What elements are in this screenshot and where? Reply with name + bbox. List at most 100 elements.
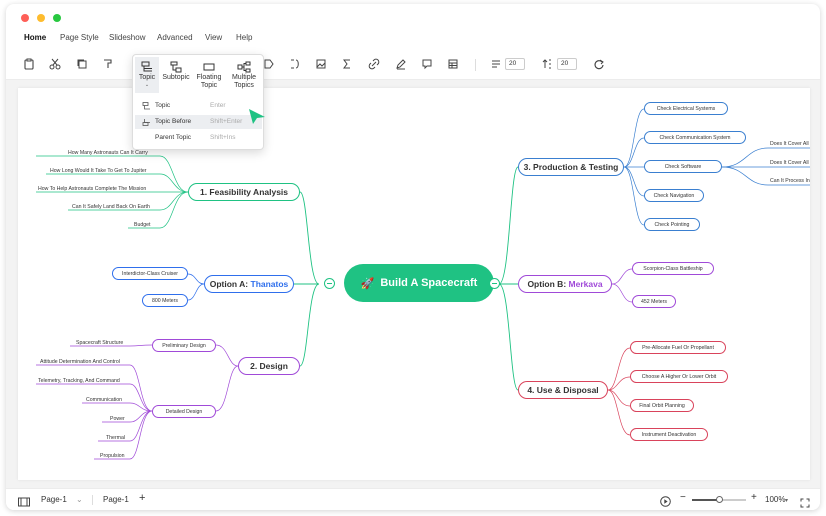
topic-design[interactable]: 2. Design <box>238 357 300 375</box>
menu-item-topic-before[interactable]: Topic Before Shift+Enter <box>135 115 262 129</box>
subtopic-preliminary-design[interactable]: Preliminary Design <box>152 339 216 352</box>
topic-label: 4. Use & Disposal <box>527 385 599 395</box>
leaf-topic[interactable]: Communication <box>86 397 122 403</box>
toolbar: 20 20 <box>6 50 820 80</box>
cut-icon[interactable] <box>48 57 62 71</box>
collapse-right-button[interactable] <box>489 278 500 289</box>
central-topic-label: Build A Spacecraft <box>380 277 478 289</box>
menu-view[interactable]: View <box>205 33 222 42</box>
clipboard-icon[interactable] <box>22 57 36 71</box>
subtopic[interactable]: Choose A Higher Or Lower Orbit <box>630 370 728 383</box>
link-icon[interactable] <box>367 57 381 71</box>
leaf-topic[interactable]: Does It Cover All <box>770 160 809 166</box>
floating-topic-option[interactable]: Floating Topic <box>193 61 225 90</box>
subtopic[interactable]: 800 Meters <box>142 294 188 307</box>
leaf-topic[interactable]: Spacecraft Structure <box>76 340 123 346</box>
zoom-slider-fill <box>692 499 719 501</box>
leaf-topic[interactable]: Power <box>110 416 125 422</box>
copy-icon[interactable] <box>75 57 89 71</box>
menu-advanced[interactable]: Advanced <box>157 33 193 42</box>
subtopic[interactable]: Interdictor-Class Cruiser <box>112 267 188 280</box>
app-window: Home Page Style Slideshow Advanced View … <box>6 4 820 510</box>
topic-feasibility-analysis[interactable]: 1. Feasibility Analysis <box>188 183 300 201</box>
vertical-spacing-input[interactable]: 20 <box>557 58 577 70</box>
table-icon[interactable] <box>446 57 460 71</box>
subtopic-label: Choose A Higher Or Lower Orbit <box>641 373 717 380</box>
fullscreen-icon[interactable] <box>800 495 810 508</box>
leaf-topic[interactable]: Can It Safely Land Back On Earth <box>72 204 150 210</box>
topic-production-testing[interactable]: 3. Production & Testing <box>518 158 624 176</box>
zoom-slider-thumb[interactable] <box>715 496 723 503</box>
subtopic-label: Check Software <box>664 163 702 170</box>
leaf-topic[interactable]: How Many Astronauts Can It Carry <box>68 150 148 156</box>
leaf-topic[interactable]: Can It Process In <box>770 178 810 184</box>
menu-item-topic-label: Topic <box>155 102 171 109</box>
leaf-topic[interactable]: Telemetry, Tracking, And Command <box>38 378 120 384</box>
leaf-topic[interactable]: Budget <box>134 222 150 228</box>
subtopic-label: Check Pointing <box>654 221 690 228</box>
central-topic[interactable]: 🚀 Build A Spacecraft <box>344 264 494 302</box>
menu-item-topic[interactable]: Topic Enter <box>135 99 262 113</box>
comment-icon[interactable] <box>420 57 434 71</box>
topic-label: 1. Feasibility Analysis <box>199 187 289 197</box>
collapse-left-button[interactable] <box>324 278 335 289</box>
redo-icon[interactable] <box>592 57 606 71</box>
zoom-slider[interactable] <box>692 496 746 503</box>
topic-option[interactable]: Topic ⌄ <box>135 57 159 93</box>
maximize-window-button[interactable] <box>53 14 61 22</box>
menu-page-style[interactable]: Page Style <box>60 33 99 42</box>
menu-item-parent-topic-label: Parent Topic <box>155 134 192 141</box>
shape-icon[interactable] <box>262 57 276 71</box>
subtopic[interactable]: Check Communication System <box>644 131 746 144</box>
close-window-button[interactable] <box>21 14 29 22</box>
floating-topic-label-1: Floating <box>196 74 222 81</box>
topic-option-a[interactable]: Option A: Thanatos <box>204 275 294 293</box>
formula-icon[interactable] <box>340 57 354 71</box>
zoom-level[interactable]: 100% <box>765 495 785 504</box>
subtopic[interactable]: Check Electrical Systems <box>644 102 728 115</box>
zoom-out-icon[interactable]: − <box>680 492 686 503</box>
subtopic[interactable]: Check Pointing <box>644 218 700 231</box>
leaf-topic[interactable]: Attitude Determination And Control <box>40 359 120 365</box>
insert-topic-dropdown: Topic ⌄ Subtopic Floating Topic Multiple… <box>132 54 265 150</box>
menu-home[interactable]: Home <box>24 33 46 42</box>
image-icon[interactable] <box>314 57 328 71</box>
subtopic-option[interactable]: Subtopic <box>161 61 191 82</box>
minimize-window-button[interactable] <box>37 14 45 22</box>
chevron-down-icon[interactable]: ▾ <box>785 497 788 504</box>
leaf-topic[interactable]: Thermal <box>106 435 125 441</box>
subtopic-label: Preliminary Design <box>162 342 206 349</box>
page-tab[interactable]: Page-1 <box>103 495 129 504</box>
subtopic-label: 800 Meters <box>152 297 178 304</box>
subtopic-label: Scorpion-Class Battleship <box>643 265 703 272</box>
menu-help[interactable]: Help <box>236 33 252 42</box>
leaf-topic[interactable]: How Long Would It Take To Get To Jupiter <box>50 168 147 174</box>
page-list-icon[interactable] <box>18 494 30 507</box>
chevron-down-icon[interactable]: ⌄ <box>76 495 83 504</box>
format-painter-icon[interactable] <box>101 57 115 71</box>
pen-icon[interactable] <box>394 57 408 71</box>
leaf-topic[interactable]: Does It Cover All <box>770 141 809 147</box>
subtopic-detailed-design[interactable]: Detailed Design <box>152 405 216 418</box>
subtopic[interactable]: Final Orbit Planning <box>630 399 694 412</box>
topic-use-disposal[interactable]: 4. Use & Disposal <box>518 381 608 399</box>
add-page-icon[interactable]: + <box>139 492 145 504</box>
zoom-in-icon[interactable]: + <box>751 492 757 503</box>
chevron-down-icon[interactable]: ⌄ <box>135 82 159 88</box>
connector-icon[interactable] <box>288 57 302 71</box>
leaf-topic[interactable]: Propulsion <box>100 453 125 459</box>
menu-slideshow[interactable]: Slideshow <box>109 33 145 42</box>
multiple-topics-option[interactable]: Multiple Topics <box>227 61 261 90</box>
subtopic[interactable]: Scorpion-Class Battleship <box>632 262 714 275</box>
subtopic[interactable]: 452 Meters <box>632 295 676 308</box>
subtopic[interactable]: Instrument Deactivation <box>630 428 708 441</box>
page-select[interactable]: Page-1 <box>41 495 67 504</box>
horizontal-spacing-input[interactable]: 20 <box>505 58 525 70</box>
subtopic[interactable]: Pre-Allocate Fuel Or Propellant <box>630 341 726 354</box>
play-icon[interactable] <box>660 494 671 507</box>
subtopic-check-software[interactable]: Check Software <box>644 160 722 173</box>
subtopic[interactable]: Check Navigation <box>644 189 704 202</box>
menu-item-parent-topic[interactable]: Parent Topic Shift+Ins <box>135 131 262 145</box>
leaf-topic[interactable]: How To Help Astronauts Complete The Miss… <box>38 186 146 192</box>
topic-option-b[interactable]: Option B: Merkava <box>518 275 612 293</box>
